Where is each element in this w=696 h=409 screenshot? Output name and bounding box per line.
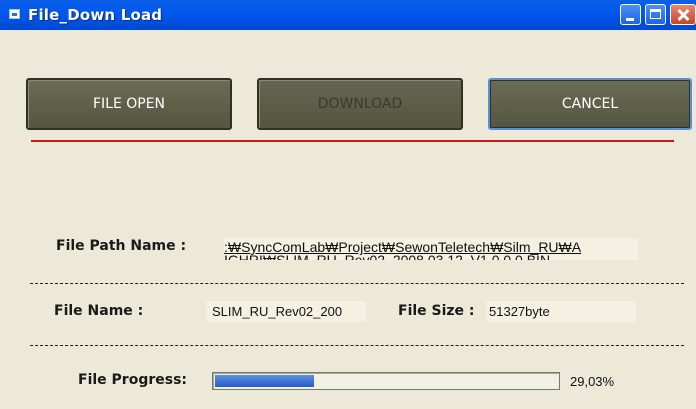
file-name-field: SLIM_RU_Rev02_200 <box>206 301 366 322</box>
file-path-label: File Path Name : <box>56 238 187 254</box>
file-size-label: File Size : <box>398 303 475 319</box>
dashed-separator-1 <box>30 283 684 284</box>
file-name-label: File Name : <box>54 303 144 319</box>
window-title: File_Down Load <box>28 6 163 24</box>
title-bar[interactable]: File_Down Load <box>0 0 696 30</box>
file-download-window: File_Down Load FILE OPEN DOWNLOAD CANCEL… <box>0 0 696 409</box>
minimize-icon[interactable] <box>620 4 641 25</box>
close-icon[interactable] <box>670 4 696 25</box>
file-progress-label: File Progress: <box>78 372 187 388</box>
file-path-line-2: IGHRI₩SLIM_RU_Rev02_2008.03.12_V1.0.0.0.… <box>224 252 551 260</box>
file-path-value: :₩SyncComLab₩Project₩SewonTeletech₩Silm_… <box>224 238 638 260</box>
separator-red-line <box>31 140 674 142</box>
dashed-separator-2 <box>30 345 684 346</box>
progress-bar-fill <box>215 375 314 387</box>
progress-percent: 29,03% <box>570 374 615 389</box>
window-app-icon[interactable] <box>9 9 20 19</box>
maximize-icon[interactable] <box>645 4 666 25</box>
file-name-value: SLIM_RU_Rev02_200 <box>212 304 343 319</box>
file-open-button[interactable]: FILE OPEN <box>26 78 232 130</box>
file-size-value: 51327byte <box>489 304 550 319</box>
download-button[interactable]: DOWNLOAD <box>257 78 463 130</box>
progress-bar <box>212 372 560 390</box>
file-size-field: 51327byte <box>486 301 636 322</box>
cancel-button[interactable]: CANCEL <box>488 78 692 130</box>
